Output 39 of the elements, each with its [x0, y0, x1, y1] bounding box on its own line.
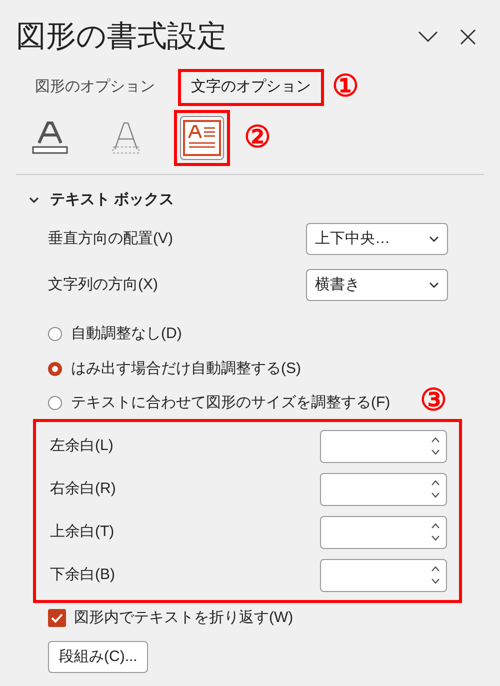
- panel-title: 図形の書式設定: [16, 19, 227, 55]
- spin-field[interactable]: [320, 472, 447, 506]
- field-label: 文字列の方向(X): [48, 274, 158, 295]
- spin-field[interactable]: [320, 430, 447, 462]
- radio-button[interactable]: [48, 396, 62, 410]
- radio-label: はみ出す場合だけ自動調整する(S): [71, 358, 301, 378]
- checkbox-label: 図形内でテキストを折り返す(W): [74, 608, 294, 628]
- spin-field[interactable]: [320, 516, 447, 548]
- annotation-number: ①: [332, 72, 359, 102]
- close-icon[interactable]: [460, 28, 476, 44]
- field-label: 垂直方向の配置(V): [48, 228, 173, 249]
- field-label: 左余白(L): [50, 436, 114, 456]
- dropdown[interactable]: 横書き: [306, 269, 448, 301]
- tab[interactable]: 文字のオプション: [178, 69, 324, 106]
- radio-label: テキストに合わせて図形のサイズを調整する(F): [71, 393, 390, 413]
- icon-tab[interactable]: [174, 110, 230, 166]
- spinner-arrows-icon[interactable]: [431, 565, 440, 585]
- spinner-arrows-icon[interactable]: [431, 479, 440, 499]
- textbox-icon: [182, 118, 222, 156]
- checkbox[interactable]: [48, 608, 66, 627]
- text-fill-icon: [31, 120, 69, 154]
- field-label: 下余白(B): [50, 564, 115, 585]
- spinner-arrows-icon[interactable]: [431, 522, 440, 542]
- spinner-arrows-icon[interactable]: [431, 436, 440, 456]
- field-label: 右余白(R): [50, 478, 116, 499]
- dropdown[interactable]: 上下中央…: [306, 223, 448, 255]
- columns-button[interactable]: 段組み(C)...: [48, 641, 148, 673]
- radio-button[interactable]: [48, 362, 62, 376]
- tab[interactable]: 図形のオプション: [22, 69, 168, 106]
- radio-label: 自動調整なし(D): [71, 324, 182, 344]
- section-title: テキスト ボックス: [50, 190, 174, 210]
- radio-button[interactable]: [48, 327, 62, 342]
- caret-icon: [429, 236, 439, 242]
- spin-field[interactable]: [320, 558, 447, 592]
- annotation-number: ③: [420, 384, 447, 417]
- field-label: 上余白(T): [50, 522, 114, 542]
- annotation-number: ②: [244, 122, 271, 152]
- caret-icon: [429, 282, 439, 288]
- chevron-down-icon[interactable]: [418, 30, 438, 42]
